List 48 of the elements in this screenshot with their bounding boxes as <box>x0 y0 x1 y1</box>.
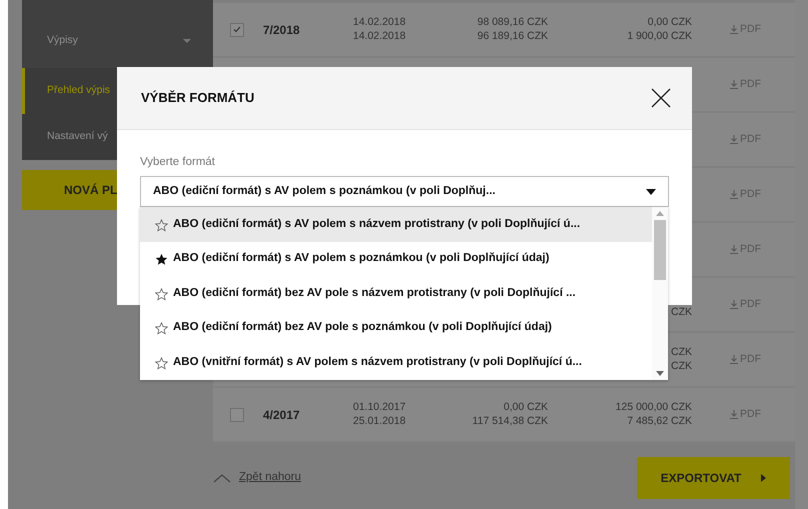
download-icon <box>730 80 738 89</box>
checkmark-icon <box>233 26 241 33</box>
amount: 98 089,16 CZK <box>477 16 548 30</box>
sidebar-label: Výpisy <box>47 33 78 48</box>
download-icon <box>730 135 738 144</box>
format-select[interactable]: ABO (ediční formát) s AV polem s poznámkou (v poli Doplňuj... <box>140 176 669 208</box>
dropdown-option[interactable]: ABO (ediční formát) bez AV pole s názvem protistrany (v poli Doplňující ... <box>140 276 652 311</box>
balance: 7 485,62 CZK <box>627 414 692 428</box>
download-icon <box>730 190 738 199</box>
download-icon <box>730 355 738 364</box>
field-label: Vyberte formát <box>140 155 216 170</box>
amount: 96 189,16 CZK <box>477 30 548 43</box>
statement-date: 25.01.2018 <box>353 414 406 428</box>
statement-date: 14.02.2018 <box>353 16 406 30</box>
scrollbar[interactable] <box>652 207 668 380</box>
caret-down-icon <box>646 188 656 195</box>
checkbox[interactable] <box>230 408 244 422</box>
export-button[interactable]: EXPORTOVAT <box>637 457 790 499</box>
statement-period: 4/2017 <box>263 406 301 424</box>
amount: 117 514,38 CZK <box>472 414 548 428</box>
download-icon <box>730 300 738 309</box>
balance: 1 900,00 CZK <box>627 30 692 43</box>
download-icon <box>730 245 738 254</box>
chevron-up-icon <box>213 473 231 483</box>
dropdown-option[interactable]: ABO (vnitřní formát) s AV polem s názvem protistrany (v poli Doplňující ú... <box>140 345 652 380</box>
checkbox[interactable] <box>230 22 244 36</box>
balance: CZK <box>671 306 692 320</box>
amount: 0,00 CZK <box>504 401 548 414</box>
balance: 125 000,00 CZK <box>616 401 692 414</box>
scroll-up-icon[interactable] <box>656 211 664 216</box>
statement-date: 01.10.2017 <box>353 401 406 414</box>
caret-right-icon <box>761 474 766 482</box>
statement-period: 7/2018 <box>263 22 301 38</box>
dropdown-option[interactable]: ABO (ediční formát) s AV polem s názvem protistrany (v poli Doplňující ú... <box>140 207 652 242</box>
balance: 0,00 CZK <box>648 16 692 30</box>
dropdown-option[interactable]: ABO (ediční formát) s AV polem s poznámkou (v poli Doplňující údaj) <box>140 242 652 276</box>
balance: CZK <box>671 360 692 373</box>
dropdown-option[interactable]: ABO (ediční formát) bez AV pole s poznámkou (v poli Doplňující údaj) <box>140 310 652 346</box>
scroll-down-icon[interactable] <box>656 371 664 376</box>
sidebar-group[interactable]: Výpisy <box>22 0 213 68</box>
back-to-top-link[interactable]: Zpět nahoru <box>239 469 302 487</box>
balance: CZK <box>671 346 692 360</box>
download-icon <box>730 410 738 419</box>
dialog-title: VÝBĚR FORMÁTU <box>141 90 254 106</box>
download-icon <box>730 25 738 34</box>
statement-date: 14.02.2018 <box>353 30 406 43</box>
close-button[interactable] <box>650 86 672 110</box>
caret-down-icon <box>183 39 191 43</box>
